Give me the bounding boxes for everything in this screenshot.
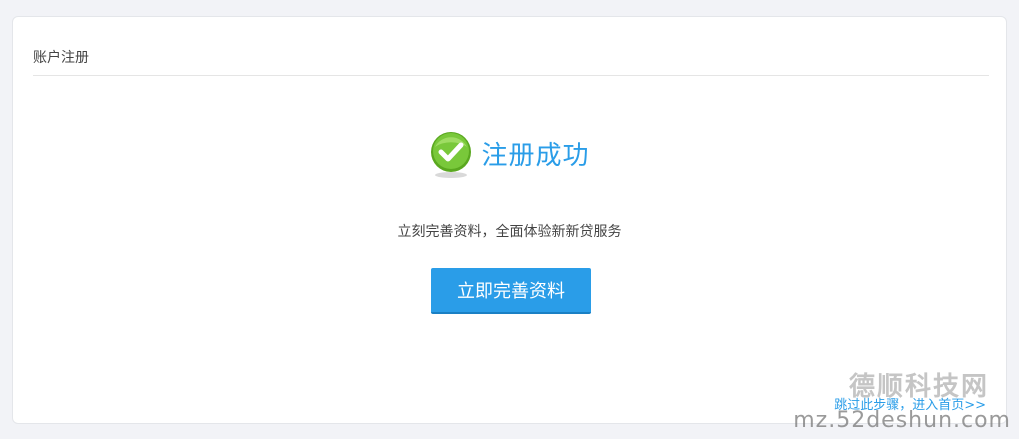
section-title: 账户注册 xyxy=(33,50,89,66)
check-circle-icon xyxy=(429,131,473,178)
success-banner: 注册成功 xyxy=(13,131,1006,178)
register-card: 账户注册 注册成功 立刻完善资料，全面体验新新贷服务 立即完善资料 跳过此步骤，… xyxy=(12,16,1007,424)
complete-profile-button[interactable]: 立即完善资料 xyxy=(431,268,591,314)
success-title: 注册成功 xyxy=(481,140,590,171)
success-subtitle: 立刻完善资料，全面体验新新贷服务 xyxy=(397,224,622,240)
skip-to-home-link[interactable]: 跳过此步骤，进入首页>> xyxy=(834,394,986,413)
header-divider xyxy=(33,75,989,76)
